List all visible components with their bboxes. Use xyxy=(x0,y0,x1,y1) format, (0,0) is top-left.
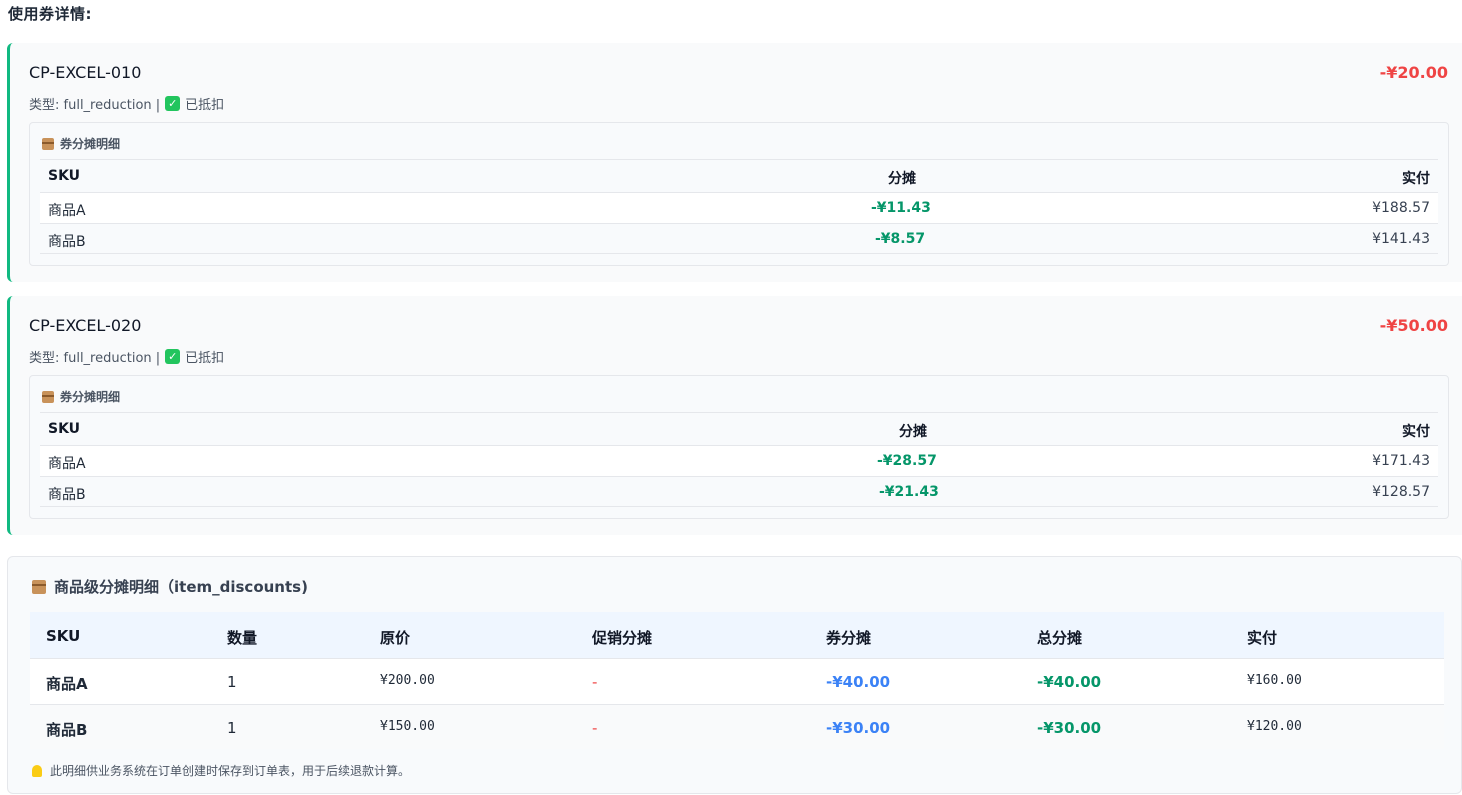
row-total-alloc: -¥30.00 xyxy=(1037,719,1102,737)
table-row: 商品B 1 ¥150.00 - -¥30.00 -¥30.00 ¥120.00 xyxy=(30,705,1444,749)
row-sku: 商品B xyxy=(48,487,86,503)
header-coupon-alloc: 券分摊 xyxy=(826,629,872,647)
row-promo-alloc: - xyxy=(592,719,598,737)
table-row: 商品A -¥11.43 ¥188.57 xyxy=(40,192,1438,223)
row-paid: ¥128.57 xyxy=(1372,484,1430,500)
row-paid: ¥188.57 xyxy=(1372,200,1430,216)
coupon-status: 已抵扣 xyxy=(185,351,225,366)
table-row: 商品A -¥28.57 ¥171.43 xyxy=(40,445,1438,476)
header-paid: 实付 xyxy=(1402,424,1430,440)
row-paid: ¥141.43 xyxy=(1372,231,1430,247)
coupon-card: CP-EXCEL-010 -¥20.00 类型: full_reduction … xyxy=(7,43,1462,282)
item-discounts-section: 商品级分摊明细（item_discounts) SKU 数量 原价 促销分摊 券… xyxy=(7,556,1462,794)
package-icon xyxy=(32,579,46,594)
allocation-title: 券分摊明细 xyxy=(42,388,120,405)
check-icon: ✓ xyxy=(165,96,181,111)
item-discounts-title-text: 商品级分摊明细（item_discounts) xyxy=(54,578,308,596)
allocation-table: SKU 分摊 实付 商品A -¥28.57 ¥171.43 商品B -¥21.4… xyxy=(40,412,1438,507)
lightbulb-icon xyxy=(32,764,42,777)
header-promo-alloc: 促销分摊 xyxy=(592,629,653,647)
header-sku: SKU xyxy=(48,168,81,184)
page-title: 使用券详情: xyxy=(8,5,92,23)
package-icon xyxy=(42,137,54,150)
row-qty: 1 xyxy=(227,673,237,691)
allocation-title-text: 券分摊明细 xyxy=(60,137,121,151)
coupon-type: 类型: full_reduction | xyxy=(29,351,161,366)
table-header-row: SKU 数量 原价 促销分摊 券分摊 总分摊 实付 xyxy=(30,612,1444,659)
row-sku: 商品A xyxy=(48,203,86,219)
coupon-allocation-box: 券分摊明细 SKU 分摊 实付 商品A -¥28.57 ¥171.43 商品B … xyxy=(29,375,1449,519)
row-coupon-alloc: -¥40.00 xyxy=(826,673,891,691)
check-icon: ✓ xyxy=(165,349,181,364)
package-icon xyxy=(42,390,54,403)
header-paid: 实付 xyxy=(1402,171,1430,187)
header-sku: SKU xyxy=(46,627,81,645)
item-discounts-note: 此明细供业务系统在订单创建时保存到订单表，用于后续退款计算。 xyxy=(32,762,410,779)
note-text: 此明细供业务系统在订单创建时保存到订单表，用于后续退款计算。 xyxy=(50,764,411,778)
row-orig-price: ¥150.00 xyxy=(380,719,435,734)
coupon-meta: 类型: full_reduction | ✓ 已抵扣 xyxy=(29,94,224,113)
allocation-title-text: 券分摊明细 xyxy=(60,390,121,404)
row-promo-alloc: - xyxy=(592,673,598,691)
item-discounts-title: 商品级分摊明细（item_discounts) xyxy=(32,576,308,597)
table-header-row: SKU 分摊 实付 xyxy=(40,159,1438,192)
row-sku: 商品A xyxy=(46,675,88,693)
table-row: 商品B -¥8.57 ¥141.43 xyxy=(40,223,1438,254)
row-paid: ¥160.00 xyxy=(1247,673,1302,688)
row-paid: ¥120.00 xyxy=(1247,719,1302,734)
coupon-type: 类型: full_reduction | xyxy=(29,98,161,113)
row-alloc: -¥21.43 xyxy=(879,484,939,500)
coupon-allocation-box: 券分摊明细 SKU 分摊 实付 商品A -¥11.43 ¥188.57 商品B … xyxy=(29,122,1449,266)
header-total-alloc: 总分摊 xyxy=(1037,629,1083,647)
coupon-header: CP-EXCEL-010 -¥20.00 xyxy=(29,63,1448,85)
row-qty: 1 xyxy=(227,719,237,737)
allocation-title: 券分摊明细 xyxy=(42,135,120,152)
row-paid: ¥171.43 xyxy=(1372,453,1430,469)
row-sku: 商品B xyxy=(46,721,88,739)
header-qty: 数量 xyxy=(227,629,258,647)
header-sku: SKU xyxy=(48,421,81,437)
header-alloc: 分摊 xyxy=(888,171,916,187)
row-orig-price: ¥200.00 xyxy=(380,673,435,688)
header-paid: 实付 xyxy=(1247,629,1278,647)
coupon-header: CP-EXCEL-020 -¥50.00 xyxy=(29,316,1448,338)
row-alloc: -¥8.57 xyxy=(875,231,926,247)
table-row: 商品A 1 ¥200.00 - -¥40.00 -¥40.00 ¥160.00 xyxy=(30,659,1444,705)
coupon-code: CP-EXCEL-020 xyxy=(29,316,142,335)
table-row: 商品B -¥21.43 ¥128.57 xyxy=(40,476,1438,507)
header-alloc: 分摊 xyxy=(899,424,927,440)
allocation-table: SKU 分摊 实付 商品A -¥11.43 ¥188.57 商品B -¥8.57… xyxy=(40,159,1438,254)
row-alloc: -¥28.57 xyxy=(877,453,937,469)
row-sku: 商品B xyxy=(48,234,86,250)
row-sku: 商品A xyxy=(48,456,86,472)
coupon-amount: -¥50.00 xyxy=(1379,316,1448,335)
coupon-code: CP-EXCEL-010 xyxy=(29,63,142,82)
row-coupon-alloc: -¥30.00 xyxy=(826,719,891,737)
coupon-amount: -¥20.00 xyxy=(1379,63,1448,82)
item-discounts-table: SKU 数量 原价 促销分摊 券分摊 总分摊 实付 商品A 1 ¥200.00 … xyxy=(30,612,1444,749)
row-alloc: -¥11.43 xyxy=(871,200,931,216)
coupon-status: 已抵扣 xyxy=(185,98,225,113)
coupon-card: CP-EXCEL-020 -¥50.00 类型: full_reduction … xyxy=(7,296,1462,535)
table-header-row: SKU 分摊 实付 xyxy=(40,412,1438,445)
row-total-alloc: -¥40.00 xyxy=(1037,673,1102,691)
coupon-meta: 类型: full_reduction | ✓ 已抵扣 xyxy=(29,347,224,366)
header-orig-price: 原价 xyxy=(380,629,411,647)
